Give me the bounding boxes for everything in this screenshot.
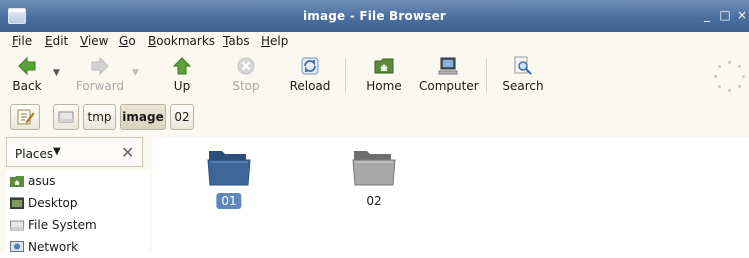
places-list: asus Desktop File System Network xyxy=(6,170,150,254)
maximize-button[interactable]: □ xyxy=(718,8,732,22)
file-name: 02 xyxy=(366,194,382,208)
file-name: 01 xyxy=(216,193,242,209)
folder-item-01[interactable]: 01 xyxy=(199,147,259,217)
path-root-button[interactable] xyxy=(53,104,79,130)
location-bar: tmp image 02 xyxy=(0,100,749,136)
home-folder-icon xyxy=(374,58,394,74)
reload-icon xyxy=(301,57,319,75)
minimize-button[interactable]: _ xyxy=(700,8,714,22)
back-history-chevron-icon[interactable]: ▼ xyxy=(53,68,60,78)
computer-button[interactable]: Computer xyxy=(419,52,479,98)
toolbar-separator xyxy=(486,58,487,92)
places-dropdown[interactable]: Places xyxy=(15,147,53,161)
search-icon xyxy=(514,56,532,75)
sidebar-item-desktop[interactable]: Desktop xyxy=(8,194,148,214)
home-folder-icon xyxy=(10,176,24,187)
file-browser-window: image - File Browser _ □ × File Edit Vie… xyxy=(0,0,749,254)
stop-button[interactable]: Stop xyxy=(224,52,268,98)
file-view[interactable]: 01 02 xyxy=(152,137,749,253)
folder-item-02[interactable]: 02 xyxy=(344,147,404,217)
path-segment-tmp[interactable]: tmp xyxy=(83,104,116,130)
sidebar: Places ▼ ✕ asus Desktop File System Netw… xyxy=(6,137,150,254)
search-button[interactable]: Search xyxy=(500,52,546,98)
up-arrow-icon xyxy=(172,57,192,75)
forward-button[interactable]: Forward xyxy=(72,52,128,98)
sidebar-item-network[interactable]: Network xyxy=(8,238,148,258)
reload-button[interactable]: Reload xyxy=(285,52,335,98)
menu-edit[interactable]: Edit xyxy=(45,34,68,48)
sidebar-item-file-system[interactable]: File System xyxy=(8,216,148,236)
stop-icon xyxy=(237,57,255,75)
menu-go[interactable]: Go xyxy=(119,34,136,48)
chevron-down-icon[interactable]: ▼ xyxy=(53,146,61,157)
drive-icon xyxy=(10,220,24,231)
menu-bookmarks[interactable]: Bookmarks xyxy=(148,34,215,48)
sidebar-header: Places ▼ ✕ xyxy=(6,137,143,167)
location-toggle-button[interactable] xyxy=(10,104,40,130)
folder-icon xyxy=(207,151,251,186)
up-button[interactable]: Up xyxy=(160,52,204,98)
menu-help[interactable]: Help xyxy=(261,34,288,48)
window-title: image - File Browser xyxy=(302,9,447,23)
toolbar-separator xyxy=(345,58,346,92)
close-sidebar-icon[interactable]: ✕ xyxy=(121,143,134,162)
computer-icon xyxy=(438,57,458,75)
folder-icon xyxy=(352,151,396,186)
close-window-button[interactable]: × xyxy=(735,8,749,22)
menu-bar: File Edit View Go Bookmarks Tabs Help xyxy=(0,32,749,52)
path-segment-image[interactable]: image xyxy=(120,104,166,130)
desktop-icon xyxy=(10,197,24,209)
back-button[interactable]: Back xyxy=(6,52,48,98)
forward-history-chevron-icon[interactable]: ▼ xyxy=(132,68,139,78)
menu-file[interactable]: File xyxy=(12,34,32,48)
home-button[interactable]: Home xyxy=(362,52,406,98)
drive-icon xyxy=(58,111,74,123)
sidebar-item-asus[interactable]: asus xyxy=(8,172,148,192)
menu-view[interactable]: View xyxy=(80,34,108,48)
edit-location-icon xyxy=(17,109,35,125)
activity-spinner-icon xyxy=(712,60,748,96)
network-icon xyxy=(10,241,24,252)
menu-tabs[interactable]: Tabs xyxy=(223,34,250,48)
path-segment-02[interactable]: 02 xyxy=(170,104,194,130)
forward-arrow-icon xyxy=(91,56,109,76)
toolbar: Back ▼ Forward ▼ Up Stop Reload Home Com… xyxy=(0,52,749,100)
title-bar[interactable]: image - File Browser _ □ × xyxy=(0,0,749,32)
back-arrow-icon xyxy=(18,56,36,76)
